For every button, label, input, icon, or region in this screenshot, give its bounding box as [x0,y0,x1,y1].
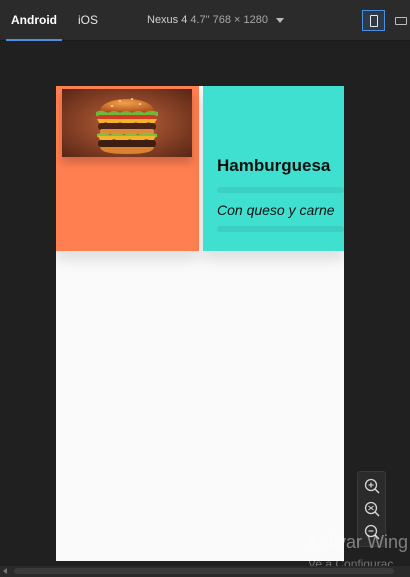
subtitle-divider [217,226,344,232]
zoom-reset-icon [364,501,380,517]
landscape-orientation-button[interactable] [392,10,408,31]
phone-landscape-icon [395,17,407,25]
hamburger-image [62,89,192,157]
info-card: Hamburguesa Con queso y carne [203,86,344,251]
scroll-left-icon[interactable] [3,568,7,574]
phone-portrait-icon [370,15,378,27]
chevron-down-icon [275,17,284,23]
title-divider [217,187,344,193]
device-selector[interactable]: Nexus 4 4.7" 768 × 1280 [147,14,284,26]
tab-ios[interactable]: iOS [78,0,98,41]
preview-toolbar: Android iOS Nexus 4 4.7" 768 × 1280 [0,0,410,41]
product-title: Hamburguesa [217,156,331,175]
product-subtitle: Con queso y carne [217,202,335,218]
horizontal-scrollbar[interactable] [0,566,410,577]
windows-activation-watermark: Activar Wing [307,532,409,552]
zoom-reset-button[interactable] [362,499,382,519]
portrait-orientation-button[interactable] [362,10,385,31]
scrollbar-thumb[interactable] [14,568,394,574]
device-dimensions: 4.7" 768 × 1280 [190,14,268,26]
zoom-in-button[interactable] [362,476,382,496]
tab-android[interactable]: Android [6,0,62,41]
zoom-in-icon [364,478,380,494]
device-name: Nexus 4 [147,14,188,26]
image-card [56,86,199,251]
device-screen: Hamburguesa Con queso y carne [56,86,344,561]
